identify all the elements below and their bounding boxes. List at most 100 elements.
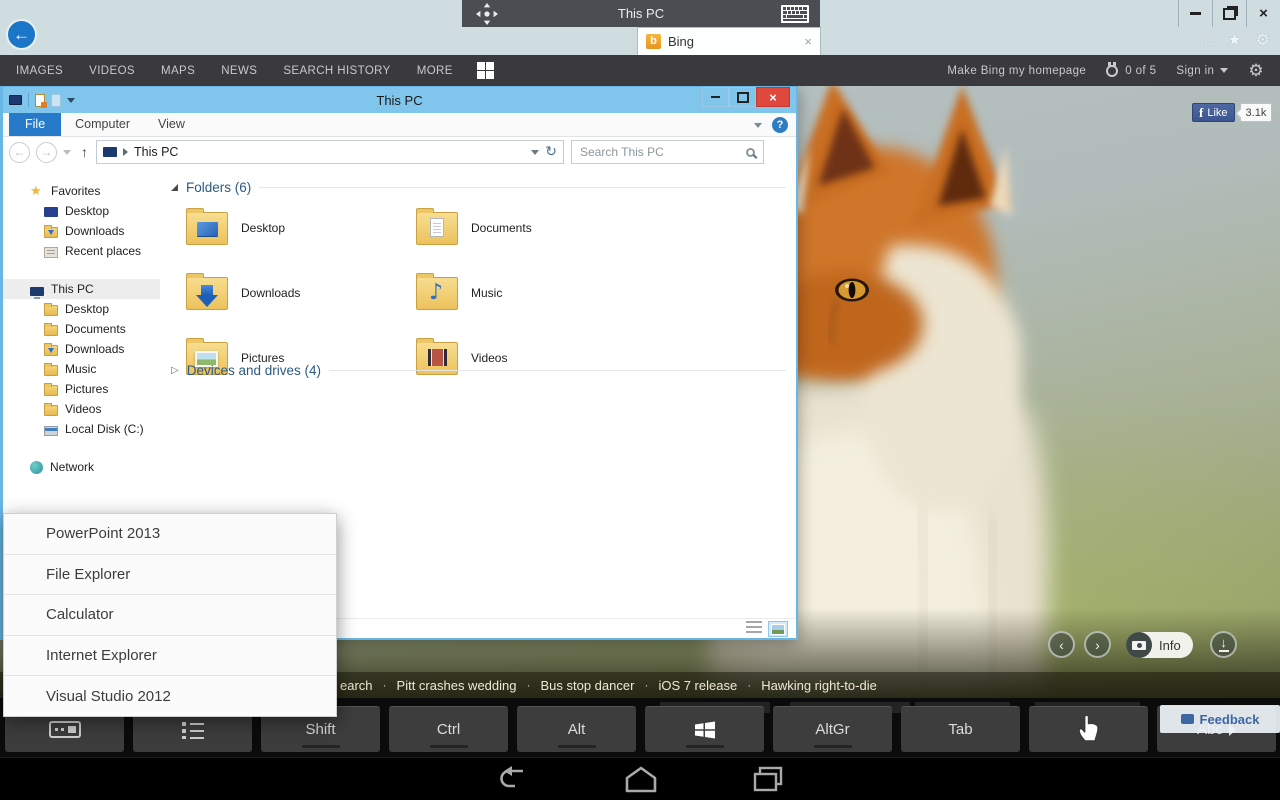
folder-tile-documents[interactable]: Documents bbox=[416, 203, 646, 253]
nav-news[interactable]: NEWS bbox=[221, 65, 257, 77]
download-image-button[interactable]: ↓ bbox=[1210, 631, 1237, 658]
sidebar-item-documents[interactable]: Documents bbox=[3, 319, 160, 339]
remote-session-title: This PC bbox=[462, 6, 820, 21]
browser-back-button[interactable]: ← bbox=[6, 19, 37, 50]
sidebar-item-downloads[interactable]: Downloads bbox=[3, 221, 160, 241]
restore-button[interactable] bbox=[1212, 0, 1246, 27]
devices-group-header[interactable]: ▷ Devices and drives (4) bbox=[171, 363, 796, 378]
nav-more[interactable]: MORE bbox=[417, 65, 453, 77]
explorer-maximize-button[interactable] bbox=[729, 87, 756, 107]
altgr-key[interactable]: AltGr bbox=[773, 706, 892, 752]
nav-videos[interactable]: VIDEOS bbox=[89, 65, 135, 77]
breadcrumb[interactable]: This PC ↻ bbox=[96, 140, 564, 164]
previous-image-button[interactable]: ‹ bbox=[1048, 631, 1075, 658]
menu-item-calculator[interactable]: Calculator bbox=[4, 595, 336, 636]
signin-button[interactable]: Sign in bbox=[1176, 65, 1228, 77]
tiles-icon[interactable] bbox=[477, 62, 494, 79]
explorer-search-input[interactable] bbox=[580, 145, 746, 159]
ribbon-tab-view[interactable]: View bbox=[144, 113, 199, 136]
history-dropdown-icon[interactable] bbox=[63, 150, 71, 155]
image-info-button[interactable]: Info bbox=[1126, 632, 1193, 658]
ribbon-tab-computer[interactable]: Computer bbox=[61, 113, 144, 136]
home-icon[interactable]: ⌂ bbox=[1204, 31, 1214, 51]
alt-key[interactable]: Alt bbox=[517, 706, 636, 752]
minimize-button[interactable] bbox=[1178, 0, 1212, 27]
screen: f Like 3.1k ‹ › Info ↓ earch · Pitt cras… bbox=[0, 0, 1280, 800]
windows-key[interactable] bbox=[645, 706, 764, 752]
ribbon-tab-bar: File Computer View ? bbox=[3, 113, 796, 137]
favorites-star-icon[interactable]: ★ bbox=[1227, 31, 1241, 51]
nav-maps[interactable]: MAPS bbox=[161, 65, 195, 77]
keyboard-icon[interactable] bbox=[780, 4, 810, 24]
ticker-item[interactable]: Pitt crashes wedding bbox=[397, 678, 517, 693]
search-icon bbox=[746, 148, 755, 157]
menu-item-file-explorer[interactable]: File Explorer bbox=[4, 555, 336, 596]
explorer-forward-button[interactable]: → bbox=[36, 142, 57, 163]
app-switcher-menu: PowerPoint 2013 File Explorer Calculator… bbox=[3, 513, 337, 717]
settings-gear-icon[interactable]: ⚙ bbox=[1256, 31, 1270, 51]
next-image-button[interactable]: › bbox=[1084, 631, 1111, 658]
sidebar-item-network[interactable]: Network bbox=[3, 457, 160, 477]
remote-desktop-toolbar: This PC bbox=[462, 0, 820, 27]
up-one-level-button[interactable]: ↑ bbox=[81, 144, 88, 160]
menu-item-powerpoint[interactable]: PowerPoint 2013 bbox=[4, 514, 336, 555]
windows-logo-icon bbox=[693, 718, 717, 742]
feedback-button[interactable]: Feedback bbox=[1160, 705, 1280, 733]
tab-close-icon[interactable]: × bbox=[804, 34, 812, 49]
menu-item-internet-explorer[interactable]: Internet Explorer bbox=[4, 636, 336, 677]
thumbnail-view-icon[interactable] bbox=[768, 621, 788, 637]
sidebar-item-videos[interactable]: Videos bbox=[3, 399, 160, 419]
sidebar-item-desktop[interactable]: Desktop bbox=[3, 299, 160, 319]
make-homepage-link[interactable]: Make Bing my homepage bbox=[947, 65, 1086, 77]
browser-tab-bing[interactable]: b Bing × bbox=[637, 27, 821, 55]
explorer-back-button[interactable]: ← bbox=[9, 142, 30, 163]
folder-icon bbox=[44, 305, 58, 316]
sidebar-item-local-disk[interactable]: Local Disk (C:) bbox=[3, 419, 160, 439]
explorer-titlebar[interactable]: This PC × bbox=[3, 87, 796, 113]
sidebar-item-downloads[interactable]: Downloads bbox=[3, 339, 160, 359]
folder-tile-music[interactable]: ♪ Music bbox=[416, 268, 646, 318]
menu-item-visual-studio[interactable]: Visual Studio 2012 bbox=[4, 676, 336, 716]
details-view-icon[interactable] bbox=[746, 621, 762, 635]
close-button[interactable]: × bbox=[1246, 0, 1280, 27]
sidebar-item-pictures[interactable]: Pictures bbox=[3, 379, 160, 399]
address-dropdown-icon[interactable] bbox=[531, 150, 539, 155]
music-note-icon: ♪ bbox=[429, 280, 443, 305]
explorer-refresh-icon[interactable]: ↻ bbox=[545, 144, 557, 160]
explorer-close-button[interactable]: × bbox=[756, 87, 790, 107]
android-recents-button[interactable] bbox=[752, 765, 784, 793]
network-icon bbox=[30, 461, 43, 474]
sidebar-item-favorites[interactable]: Favorites bbox=[3, 181, 160, 201]
sidebar-item-desktop[interactable]: Desktop bbox=[3, 201, 160, 221]
ribbon-tab-file[interactable]: File bbox=[9, 113, 61, 136]
like-count-badge: 3.1k bbox=[1240, 103, 1273, 122]
ticker-item[interactable]: Bus stop dancer bbox=[540, 678, 634, 693]
android-back-button[interactable] bbox=[497, 765, 529, 793]
explorer-search-box[interactable] bbox=[571, 140, 764, 164]
sidebar-item-music[interactable]: Music bbox=[3, 359, 160, 379]
facebook-like-button[interactable]: f Like bbox=[1192, 103, 1235, 122]
folder-tile-downloads[interactable]: Downloads bbox=[186, 268, 416, 318]
speech-bubble-icon bbox=[1181, 714, 1194, 724]
ticker-item[interactable]: iOS 7 release bbox=[658, 678, 737, 693]
expand-ribbon-icon[interactable] bbox=[754, 123, 762, 128]
tab-key[interactable]: Tab bbox=[901, 706, 1020, 752]
facebook-icon: f bbox=[1199, 105, 1203, 121]
nav-images[interactable]: IMAGES bbox=[16, 65, 63, 77]
ticker-item[interactable]: Hawking right-to-die bbox=[761, 678, 877, 693]
help-icon[interactable]: ? bbox=[772, 117, 788, 133]
rewards-widget[interactable]: 0 of 5 bbox=[1106, 65, 1156, 77]
ctrl-key[interactable]: Ctrl bbox=[389, 706, 508, 752]
ticker-item[interactable]: earch bbox=[340, 678, 373, 693]
folder-tile-desktop[interactable]: Desktop bbox=[186, 203, 416, 253]
expand-group-icon: ▷ bbox=[171, 365, 179, 376]
nav-search-history[interactable]: SEARCH HISTORY bbox=[283, 65, 390, 77]
bing-settings-gear-icon[interactable]: ⚙ bbox=[1248, 61, 1264, 81]
explorer-minimize-button[interactable] bbox=[702, 87, 729, 107]
android-home-button[interactable] bbox=[624, 765, 658, 793]
sidebar-item-this-pc[interactable]: This PC bbox=[3, 279, 160, 299]
folders-group-header[interactable]: Folders (6) bbox=[171, 180, 796, 195]
sidebar-item-recent-places[interactable]: Recent places bbox=[3, 241, 160, 261]
recent-places-icon bbox=[44, 247, 58, 258]
pan-icon[interactable] bbox=[475, 2, 499, 26]
